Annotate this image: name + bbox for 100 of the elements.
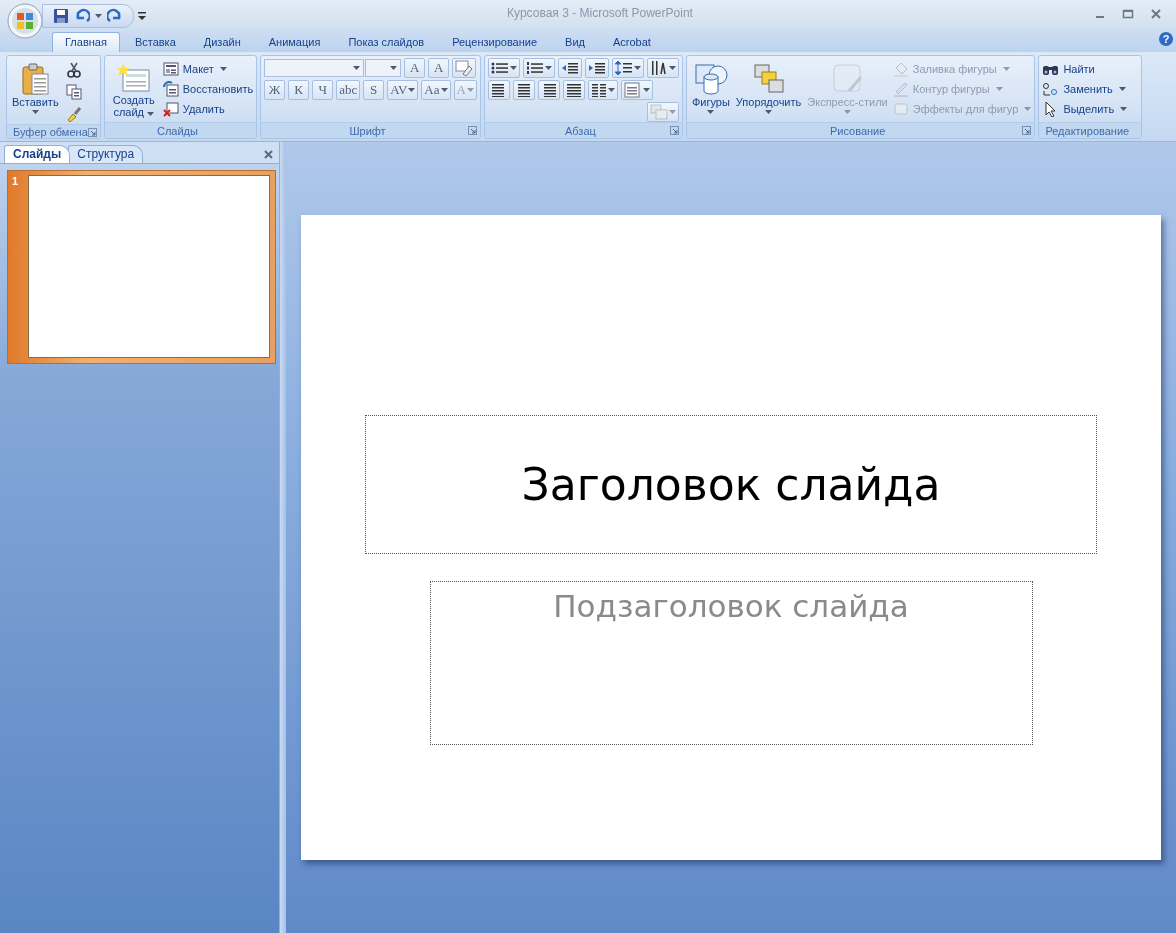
dialog-launcher-icon[interactable] [467, 126, 477, 135]
text-direction-icon [649, 60, 668, 76]
caret-icon [633, 66, 641, 70]
caret-icon [668, 110, 676, 114]
dialog-launcher-icon[interactable] [87, 128, 97, 137]
icon-button[interactable] [562, 80, 585, 100]
group-label: Шрифт [348, 124, 387, 137]
icon-button[interactable] [646, 58, 679, 78]
icon-button[interactable] [487, 58, 520, 78]
ribbon-button[interactable]: Фигуры [689, 60, 732, 118]
slide-number: 1 [12, 175, 20, 187]
help-button[interactable]: ? [1159, 32, 1173, 46]
delete-slide-icon [162, 101, 179, 117]
ribbon-button[interactable]: Макет [161, 60, 254, 78]
caret-icon [707, 110, 715, 114]
caret-icon[interactable] [95, 14, 102, 18]
undo-icon[interactable] [74, 8, 90, 24]
reset-slide-icon [162, 81, 179, 97]
increase-indent-icon [587, 61, 606, 75]
ribbon-tab[interactable]: Вид [552, 32, 598, 52]
icon-button[interactable] [557, 58, 582, 78]
font-size-field[interactable] [365, 59, 402, 77]
window-title: Курсовая 3 - Microsoft PowerPoint [506, 5, 694, 20]
caret-icon [1120, 107, 1128, 111]
group-label: Буфер обмена [12, 125, 89, 138]
title-placeholder[interactable]: Заголовок слайда [365, 415, 1097, 554]
redo-icon[interactable] [107, 8, 123, 24]
dialog-launcher-icon[interactable] [1022, 126, 1032, 135]
ribbon-button[interactable]: Найти [1042, 60, 1128, 78]
icon-button[interactable] [487, 80, 510, 100]
dialog-launcher-icon[interactable] [669, 126, 679, 135]
caret-icon [408, 88, 416, 92]
caret-icon [353, 66, 361, 70]
group-label: Рисование [828, 124, 887, 137]
ribbon-tab[interactable]: Показ слайдов [335, 32, 438, 52]
smartart-icon [649, 104, 668, 120]
format-button[interactable]: К [288, 80, 310, 100]
ribbon-tab[interactable]: Анимация [255, 32, 334, 52]
line-spacing-icon [614, 60, 633, 76]
caret-icon [1118, 87, 1126, 91]
ribbon-button[interactable]: Заменить [1042, 80, 1128, 98]
close-icon[interactable] [264, 150, 273, 159]
pane-tab[interactable]: Слайды [4, 145, 71, 163]
pane-tab[interactable]: Структура [68, 145, 144, 163]
align-left-icon [490, 83, 507, 97]
ribbon-button[interactable]: Создать слайд [107, 60, 160, 120]
icon-button[interactable] [512, 80, 535, 100]
decrease-indent-icon [560, 61, 579, 75]
caret-icon [844, 110, 851, 114]
format-button[interactable]: A [428, 58, 450, 78]
ribbon-button[interactable]: Восстановить [161, 80, 254, 98]
paint-bucket-icon [892, 61, 909, 77]
icon-button[interactable] [587, 80, 618, 100]
ribbon-button[interactable]: Выделить [1042, 100, 1128, 118]
format-button[interactable]: S [363, 80, 385, 100]
maximize-icon[interactable] [1122, 8, 1134, 20]
caret-icon [668, 66, 676, 70]
align-center-icon [515, 83, 532, 97]
ribbon-button[interactable]: Вставить [10, 60, 61, 118]
icon-button[interactable] [611, 58, 644, 78]
arrange-icon [751, 63, 786, 95]
group-label: Слайды [156, 124, 199, 137]
ribbon-button[interactable]: Упорядочить [733, 60, 804, 118]
caret-icon [219, 67, 227, 71]
ribbon-tab[interactable]: Acrobat [600, 32, 664, 52]
caret-icon [607, 88, 615, 92]
ribbon-button[interactable]: Удалить [161, 100, 254, 118]
clipboard-icon [20, 62, 51, 96]
ribbon-tab[interactable]: Главная [52, 32, 120, 52]
ribbon-tab[interactable]: Рецензирование [439, 32, 551, 52]
clear-format-icon [455, 60, 474, 76]
subtitle-placeholder[interactable]: Подзаголовок слайда [429, 581, 1033, 745]
font-name-field[interactable] [264, 59, 365, 77]
numbering-icon [525, 61, 544, 75]
format-button[interactable]: Ч [312, 80, 334, 100]
customize-toolbar-icon[interactable] [138, 12, 146, 20]
format-button[interactable]: A [404, 58, 426, 78]
caret-icon [1002, 67, 1010, 71]
scissors-icon [65, 62, 82, 78]
icon-button[interactable] [584, 58, 609, 78]
align-text-icon [623, 82, 642, 98]
caret-icon [390, 66, 398, 70]
justify-icon [565, 83, 582, 97]
slide-subtitle: Подзаголовок слайда [553, 588, 909, 624]
group-label: Редактирование [1044, 124, 1131, 137]
ribbon-tab[interactable]: Вставка [121, 32, 189, 52]
pen-line-icon [892, 81, 909, 97]
quick-styles-icon [830, 63, 865, 95]
format-button[interactable]: Aa [421, 80, 451, 100]
bullets-icon [490, 61, 509, 75]
icon-button[interactable] [537, 80, 560, 100]
icon-button[interactable] [522, 58, 555, 78]
format-button[interactable]: AV [387, 80, 419, 100]
shapes-icon [693, 63, 728, 95]
ribbon-tab[interactable]: Дизайн [190, 32, 254, 52]
format-button[interactable]: Ж [264, 80, 286, 100]
close-icon[interactable] [1150, 8, 1162, 20]
save-icon[interactable] [53, 8, 69, 24]
caret-icon [440, 88, 448, 92]
format-button[interactable]: abc [336, 80, 361, 100]
